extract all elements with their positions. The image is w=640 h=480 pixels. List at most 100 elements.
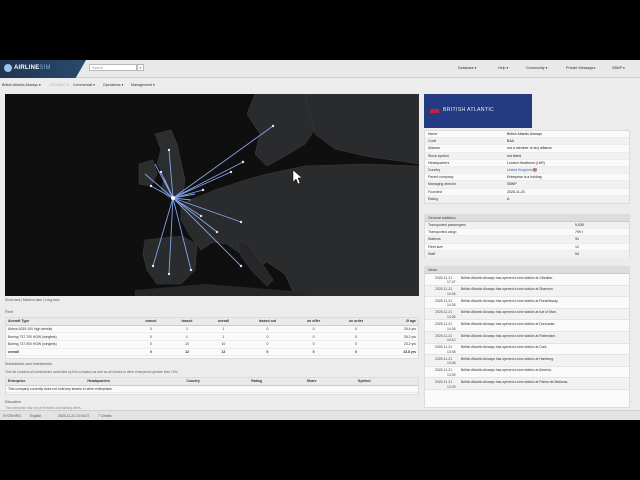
language-selector[interactable]: English xyxy=(30,414,41,418)
nav-user-menu[interactable]: SBNP ▾ xyxy=(612,66,625,70)
info-value: British Atlantic Airways xyxy=(507,132,543,136)
cell: 0 xyxy=(293,348,335,357)
info-label: Code xyxy=(428,139,437,144)
info-row: Managing director SBNP xyxy=(425,181,629,189)
news-item[interactable]: 2025-11-21 14:26 British Atlantic Airways … xyxy=(425,285,629,298)
news-date: 2025-11-21 xyxy=(435,321,453,326)
news-item[interactable]: 2025-11-21 14:26 British Atlantic Airways … xyxy=(425,308,629,321)
news-date: 2025-11-21 xyxy=(435,275,453,280)
info-label: Alliance xyxy=(428,146,441,151)
col-share[interactable]: Share xyxy=(304,378,356,386)
cell: 10 xyxy=(169,340,205,349)
news-time: 13:46 xyxy=(447,361,456,366)
subsidiaries-header-row: Enterprise Headquarters Country Rating S… xyxy=(6,378,418,386)
news-time: 14:10 xyxy=(447,338,456,343)
news-time: 13:39 xyxy=(447,372,456,377)
col-symbol[interactable]: Symbol xyxy=(355,378,418,386)
news-text: British Atlantic Airways has opened a ne… xyxy=(461,310,557,315)
news-item[interactable]: 2025-11-21 13:46 British Atlantic Airways … xyxy=(425,355,629,367)
stat-label: Stations xyxy=(428,237,441,242)
news-date: 2025-11-21 xyxy=(435,287,453,292)
country-link[interactable]: United Kingdom 🇬🇧 xyxy=(507,167,537,174)
col-leased[interactable]: leased xyxy=(169,318,205,326)
news-item[interactable]: 2025-11-21 17:47 British Atlantic Airways … xyxy=(425,274,629,286)
info-label: Parent company xyxy=(428,175,454,180)
menu-management[interactable]: Management ▾ xyxy=(131,83,155,87)
cell: 1 xyxy=(204,325,242,334)
credits-count[interactable]: 7 Credits xyxy=(98,414,112,418)
col-on-order[interactable]: on order xyxy=(334,318,378,326)
info-row: Rating A xyxy=(425,195,629,203)
stat-value: 5,935 xyxy=(575,223,584,227)
news-item[interactable]: 2025-11-21 14:10 British Atlantic Airways … xyxy=(425,331,629,344)
brand-name: AIRLINESIM xyxy=(14,65,51,71)
table-row-total: overall 0 12 12 0 0 0 23.8 yrs xyxy=(6,348,418,357)
col-overall[interactable]: overall xyxy=(204,318,242,326)
table-row[interactable]: Boeing 737-900 HGW (winglets) 0 10 10 0 0 0 23.… xyxy=(6,340,418,349)
table-row[interactable]: Boeing 737-700 HGW (winglets) 0 1 1 0 0 0 26.2 … xyxy=(6,332,418,341)
info-label: Name xyxy=(428,132,438,136)
col-owned[interactable]: owned xyxy=(132,318,170,326)
nav-private-messages[interactable]: Private Messages xyxy=(566,66,595,70)
news-item[interactable]: 2025-11-21 14:26 British Atlantic Airways … xyxy=(425,297,629,309)
info-label: Stock symbol xyxy=(428,153,449,158)
search-input[interactable]: Search xyxy=(89,64,137,71)
stats-title: General statistics xyxy=(425,215,629,222)
cell: Airbus A319-100 high density xyxy=(6,325,133,334)
subnav-muted[interactable]: UTC/ACC ▾ xyxy=(50,83,69,87)
cell: 26.2 yrs xyxy=(377,332,418,341)
news-text: British Atlantic Airways has opened a ne… xyxy=(461,298,559,303)
nav-help[interactable]: Help ▾ xyxy=(498,66,508,70)
info-row: Alliance not a member of any alliance xyxy=(425,145,629,153)
cell: 0 xyxy=(293,332,335,341)
col-enterprise[interactable]: Enterprise xyxy=(6,378,86,386)
logo-banner-text: BRITISH ATLANTIC xyxy=(443,107,495,113)
news-date: 2025-11-21 xyxy=(435,310,453,315)
col-on-offer[interactable]: on offer xyxy=(293,318,335,326)
cell: 12 xyxy=(204,348,242,357)
cell: 0 xyxy=(132,340,170,349)
info-label: Managing director xyxy=(428,182,457,187)
menu-commercial[interactable]: Commercial ▾ xyxy=(73,83,95,87)
stat-row: Stations 31 xyxy=(425,236,629,244)
education-title: Education xyxy=(5,400,21,404)
news-date: 2025-11-21 xyxy=(435,356,453,361)
news-item[interactable]: 2025-11-21 13:48 British Atlantic Airways … xyxy=(425,344,629,356)
logo[interactable]: AIRLINESIM xyxy=(0,60,86,78)
nav-community[interactable]: Community ▾ xyxy=(526,66,548,70)
cell: 0 xyxy=(132,348,170,357)
enterprise-selector[interactable]: British Atlantic Airways ▾ xyxy=(2,83,41,87)
col-aircraft-type[interactable]: Aircraft Type xyxy=(6,318,133,326)
news-date: 2025-11-21 xyxy=(435,333,453,338)
hq-link[interactable]: London Heathrow (LHR) xyxy=(507,160,545,167)
director-link[interactable]: SBNP xyxy=(507,181,517,188)
info-value: 2025-11-20 xyxy=(507,189,525,194)
route-map[interactable] xyxy=(5,94,419,296)
col-rating[interactable]: Rating xyxy=(249,378,305,386)
col-country[interactable]: Country xyxy=(184,378,250,386)
fleet-table: Aircraft Type owned leased overall lease… xyxy=(5,317,419,359)
info-label: Headquarters xyxy=(428,160,450,165)
news-time: 14:26 xyxy=(447,303,456,308)
news-item[interactable]: 2025-11-21 14:26 British Atlantic Airways … xyxy=(425,320,629,332)
cell: 26.4 yrs xyxy=(377,325,418,334)
nav-database[interactable]: Database ▾ xyxy=(458,66,477,70)
general-statistics-panel: General statistics Transported passenger… xyxy=(424,214,630,258)
col-leased-out[interactable]: leased out xyxy=(241,318,294,326)
news-time: 14:26 xyxy=(447,326,456,331)
cell: 0 xyxy=(132,325,170,334)
map-svg xyxy=(5,94,419,296)
empty-row: This company currently does not hold any… xyxy=(6,385,418,394)
search-icon[interactable]: ⌕ xyxy=(137,64,144,71)
col-avg-age[interactable]: Ø age xyxy=(377,318,418,326)
news-item[interactable]: 2025-11-21 13:39 British Atlantic Airways … xyxy=(425,367,629,379)
cell: 0 xyxy=(334,332,378,341)
info-row: Country United Kingdom 🇬🇧 xyxy=(425,166,629,175)
menu-operations[interactable]: Operations ▾ xyxy=(103,83,123,87)
info-value: not a member of any alliance xyxy=(507,146,552,151)
status-bar: KYOSHIRO English 2025-11-21 10:16:07 7 C… xyxy=(0,410,640,420)
table-row[interactable]: Airbus A319-100 high density 0 1 1 0 0 0 26.4 y… xyxy=(6,325,418,334)
col-headquarters[interactable]: Headquarters xyxy=(85,378,185,386)
news-item[interactable]: 2025-11-21 13:29 British Atlantic Airways … xyxy=(425,378,629,390)
stat-row: Transported cargo 799 t xyxy=(425,229,629,237)
